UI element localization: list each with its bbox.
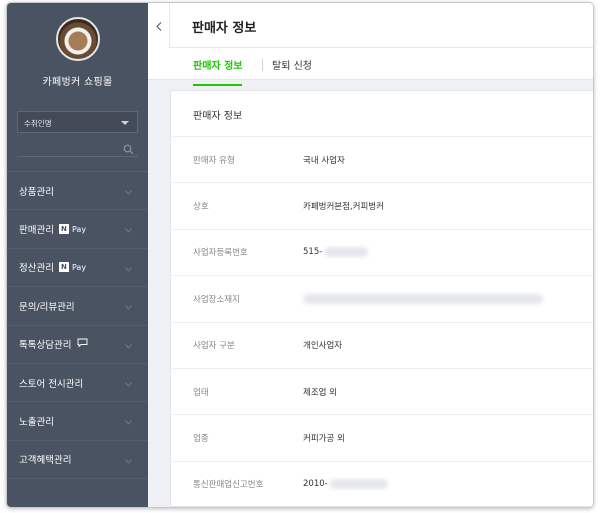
chevron-down-icon xyxy=(121,121,129,125)
row-value-wrap: 515- xyxy=(303,247,369,258)
store-select[interactable]: 수취인명 xyxy=(17,111,138,133)
redacted-blur xyxy=(303,293,543,304)
sidebar: 카페벙커 쇼핑몰 수취인명 상품관리 판매관리 NPay 정산관리 NPay xyxy=(7,3,148,507)
chevron-down-icon xyxy=(125,264,132,275)
pay-badge-label: Pay xyxy=(71,224,87,234)
sidebar-item-label: 정산관리 xyxy=(19,263,54,275)
sidebar-item-customer-benefits[interactable]: 고객혜택관리 xyxy=(7,441,148,480)
sidebar-item-label: 톡톡상담관리 xyxy=(19,340,72,352)
row-label: 판매자 유형 xyxy=(193,155,235,166)
naver-pay-badge: N Pay xyxy=(58,262,87,273)
tab-withdrawal[interactable]: 탈퇴 신청 xyxy=(272,57,312,72)
row-value-wrap xyxy=(303,293,543,304)
card-title: 판매자 정보 xyxy=(171,91,593,137)
tab-seller-info[interactable]: 판매자 정보 xyxy=(193,57,243,86)
sidebar-item-label: 문의/리뷰관리 xyxy=(19,301,75,313)
brand-name: 카페벙커 쇼핑몰 xyxy=(42,77,113,88)
row-label: 사업자등록번호 xyxy=(193,248,248,259)
row-label: 사업자 구분 xyxy=(193,341,235,352)
sidebar-item-label: 스토어 전시관리 xyxy=(19,378,84,390)
sidebar-item-products[interactable]: 상품관리 xyxy=(7,172,148,211)
sidebar-item-store-display[interactable]: 스토어 전시관리 xyxy=(7,364,148,403)
sidebar-menu: 상품관리 판매관리 N Pay 정산관리 N Pay 문의/리뷰관리 톡톡상담관리 xyxy=(7,171,148,480)
row-value: 카페벙커본점,커피벙커 xyxy=(303,202,384,213)
row-label: 상호 xyxy=(193,202,209,213)
sidebar-item-inquiries-reviews[interactable]: 문의/리뷰관리 xyxy=(7,287,148,326)
info-row: 사업자등록번호 515- xyxy=(171,230,593,277)
info-row: 사업장소재지 xyxy=(171,276,593,323)
naver-pay-badge: N Pay xyxy=(58,224,87,235)
main-content: 판매자 정보 판매자 정보 탈퇴 신청 판매자 정보 판매자 유형 국내 사업자… xyxy=(148,3,593,507)
tab-divider xyxy=(262,59,263,71)
sidebar-item-label: 상품관리 xyxy=(19,186,54,198)
row-value: 국내 사업자 xyxy=(303,155,345,166)
sidebar-item-exposure[interactable]: 노출관리 xyxy=(7,402,148,441)
chevron-down-icon xyxy=(125,456,132,467)
store-logo[interactable] xyxy=(55,17,100,61)
page-title: 판매자 정보 xyxy=(192,21,257,36)
chevron-down-icon xyxy=(125,302,132,313)
row-value: 개인사업자 xyxy=(303,341,343,352)
chevron-down-icon xyxy=(125,341,132,352)
search-input[interactable] xyxy=(17,137,138,157)
naver-n-icon: N xyxy=(58,262,69,273)
chat-bubble-icon xyxy=(77,338,88,350)
chevron-down-icon xyxy=(125,225,132,236)
sidebar-item-label: 노출관리 xyxy=(19,417,54,429)
chevron-down-icon xyxy=(125,379,132,390)
info-row: 업종 커피가공 외 xyxy=(171,415,593,462)
chevron-down-icon xyxy=(125,187,132,198)
row-label: 사업장소재지 xyxy=(193,294,240,305)
redacted-blur xyxy=(329,479,388,490)
store-select-value: 수취인명 xyxy=(24,119,52,128)
row-value: 제조업 외 xyxy=(303,387,337,398)
seller-info-card: 판매자 정보 판매자 유형 국내 사업자 상호 카페벙커본점,커피벙커 사업자등… xyxy=(170,90,593,507)
row-label: 업종 xyxy=(193,434,209,445)
search-icon[interactable] xyxy=(123,140,134,159)
row-label: 통신판매업신고번호 xyxy=(193,480,264,491)
row-label: 업태 xyxy=(193,387,209,398)
sidebar-item-label: 고객혜택관리 xyxy=(19,455,72,467)
chevron-down-icon xyxy=(125,417,132,428)
info-row: 상호 카페벙커본점,커피벙커 xyxy=(171,183,593,230)
sidebar-item-talktalk[interactable]: 톡톡상담관리 xyxy=(7,326,148,364)
info-row: 판매자 유형 국내 사업자 xyxy=(171,137,593,184)
sidebar-item-label: 판매관리 xyxy=(19,225,54,237)
app-window: 카페벙커 쇼핑몰 수취인명 상품관리 판매관리 NPay 정산관리 NPay xyxy=(6,2,594,508)
pay-badge-label: Pay xyxy=(71,262,87,272)
tab-bar: 판매자 정보 탈퇴 신청 xyxy=(148,48,593,86)
info-row: 통신판매업신고번호 2010- xyxy=(171,462,593,507)
info-row: 사업자 구분 개인사업자 xyxy=(171,323,593,369)
brand: 카페벙커 쇼핑몰 xyxy=(7,3,148,101)
sidebar-item-settlement[interactable]: 정산관리 N Pay xyxy=(7,249,148,288)
sidebar-item-sales[interactable]: 판매관리 N Pay xyxy=(7,210,148,249)
row-value: 515- xyxy=(303,247,323,258)
row-value: 커피가공 외 xyxy=(303,434,345,445)
collapse-sidebar-button[interactable] xyxy=(148,3,170,48)
info-row: 업태 제조업 외 xyxy=(171,369,593,416)
header: 판매자 정보 xyxy=(170,3,593,48)
redacted-blur xyxy=(324,247,369,258)
row-value: 2010- xyxy=(303,479,328,490)
chevron-left-icon xyxy=(155,16,162,35)
naver-n-icon: N xyxy=(58,224,69,235)
row-value-wrap: 2010- xyxy=(303,479,388,490)
